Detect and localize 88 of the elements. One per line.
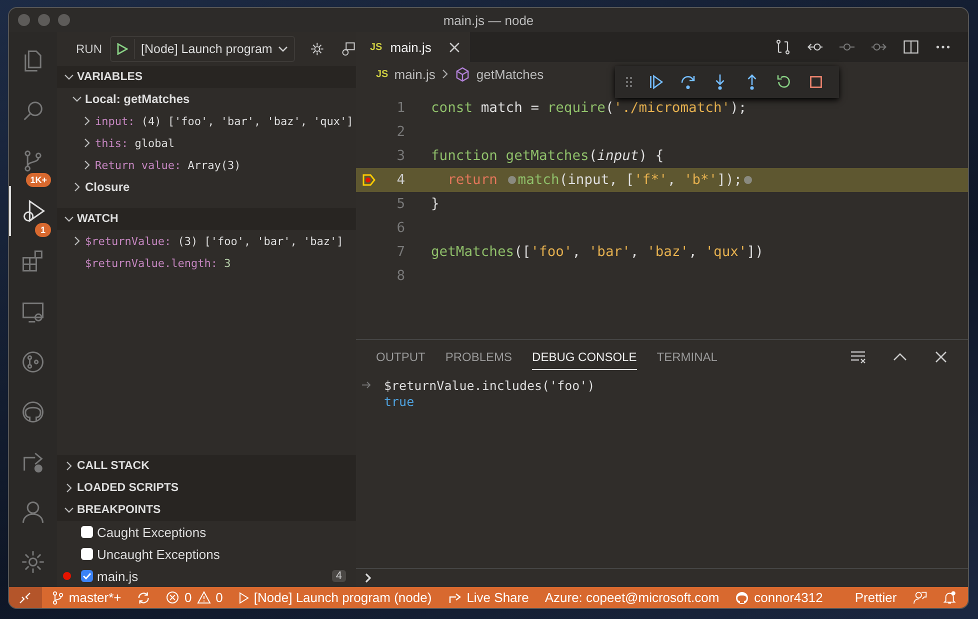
panel-tab[interactable]: PROBLEMS bbox=[445, 344, 512, 370]
scope-item[interactable]: Closure bbox=[57, 176, 356, 198]
chevron-down-icon bbox=[278, 45, 288, 53]
clear-console-icon[interactable] bbox=[850, 348, 866, 364]
close-window-button[interactable] bbox=[18, 14, 30, 26]
share-arrow-icon bbox=[448, 590, 462, 604]
console-line: $returnValue.includes('foo') bbox=[384, 378, 595, 392]
watch-expression[interactable]: $returnValue.length: 3 bbox=[57, 252, 356, 274]
panel-tab[interactable]: DEBUG CONSOLE bbox=[532, 344, 637, 370]
azure-account-status[interactable]: Azure: copeet@microsoft.com bbox=[544, 590, 720, 605]
line-number: 6 bbox=[396, 220, 405, 236]
section-header[interactable]: VARIABLES bbox=[57, 66, 356, 88]
line-number: 4 bbox=[396, 172, 405, 188]
sync-icon[interactable] bbox=[137, 590, 150, 604]
variable-item[interactable]: Return value: Array(3) bbox=[57, 154, 356, 176]
branch-status[interactable]: master*+ bbox=[52, 590, 122, 605]
run-view-title: RUN bbox=[76, 42, 102, 56]
line-number: 5 bbox=[396, 196, 405, 212]
warning-icon bbox=[196, 591, 211, 604]
breadcrumb-item[interactable]: getMatches bbox=[476, 66, 544, 82]
bell-icon[interactable] bbox=[942, 590, 956, 605]
line-number: 8 bbox=[396, 268, 405, 284]
stop-icon[interactable] bbox=[807, 73, 825, 91]
watch-expression[interactable]: $returnValue: (3) ['foo', 'bar', 'baz'] bbox=[57, 230, 356, 252]
prompt-chevron-icon bbox=[364, 573, 372, 583]
formatter-status[interactable]: Prettier bbox=[854, 590, 897, 605]
close-icon[interactable] bbox=[449, 42, 460, 52]
code-line: getMatches(['foo', 'bar', 'baz', 'qux']) bbox=[431, 244, 764, 260]
github-account-status[interactable]: connor4312 bbox=[735, 590, 823, 605]
count-badge: 1K+ bbox=[26, 173, 51, 188]
section-header[interactable]: CALL STACK bbox=[57, 455, 356, 477]
js-file-icon: JS bbox=[376, 68, 388, 80]
run-debug-icon[interactable] bbox=[21, 198, 47, 224]
section-header[interactable]: BREAKPOINTS bbox=[57, 499, 356, 521]
line-number: 1 bbox=[396, 100, 405, 116]
section-header[interactable]: LOADED SCRIPTS bbox=[57, 477, 356, 499]
line-number: 2 bbox=[396, 124, 405, 140]
code-line: } bbox=[431, 196, 440, 212]
split-editor-icon[interactable] bbox=[902, 38, 920, 56]
code-line: return match(input, ['f*', 'b*']); bbox=[431, 172, 754, 188]
branch-icon bbox=[52, 590, 64, 604]
code-line: const match = require('./micromatch'); bbox=[431, 100, 747, 116]
debug-console-icon[interactable] bbox=[340, 40, 356, 58]
count-badge: 1 bbox=[35, 223, 51, 238]
step-over-icon[interactable] bbox=[679, 73, 697, 91]
problems-status[interactable]: 0 0 bbox=[166, 590, 223, 605]
checkbox[interactable] bbox=[81, 548, 93, 560]
code-line: function getMatches(input) { bbox=[431, 148, 664, 164]
pull-request-icon[interactable] bbox=[20, 348, 46, 375]
window-title: main.js — node bbox=[443, 12, 534, 28]
console-line: true bbox=[384, 394, 414, 408]
continue-icon[interactable] bbox=[647, 73, 665, 91]
launch-config-dropdown[interactable]: [Node] Launch program bbox=[110, 36, 296, 62]
breadcrumb-item[interactable]: main.js bbox=[394, 66, 436, 82]
live-share-status[interactable]: Live Share bbox=[448, 590, 529, 605]
error-icon bbox=[166, 591, 180, 604]
remote-icon[interactable] bbox=[9, 587, 42, 608]
variable-item[interactable]: input: (4) ['foo', 'bar', 'baz', 'qux'] bbox=[57, 110, 356, 132]
checkbox[interactable] bbox=[81, 526, 93, 538]
line-number: 7 bbox=[396, 244, 405, 260]
compare-icon[interactable] bbox=[774, 38, 792, 56]
line-number-badge: 4 bbox=[332, 570, 346, 582]
play-icon[interactable] bbox=[116, 43, 128, 55]
section-header[interactable]: WATCH bbox=[57, 208, 356, 230]
github-icon[interactable] bbox=[20, 398, 46, 425]
current-line-marker-icon bbox=[362, 173, 376, 187]
panel-tab[interactable]: OUTPUT bbox=[376, 344, 426, 370]
arrow-right-icon bbox=[362, 381, 372, 389]
launch-status[interactable]: [Node] Launch program (node) bbox=[238, 590, 432, 605]
scope-item[interactable]: Local: getMatches bbox=[57, 88, 356, 110]
cube-icon bbox=[455, 66, 470, 82]
panel-tab[interactable]: TERMINAL bbox=[656, 344, 718, 370]
zoom-window-button[interactable] bbox=[58, 14, 70, 26]
breakpoint-label: main.js bbox=[97, 568, 138, 584]
breakpoint-label: Caught Exceptions bbox=[97, 524, 206, 540]
variable-item[interactable]: this: global bbox=[57, 132, 356, 154]
line-number: 3 bbox=[396, 148, 405, 164]
play-icon bbox=[238, 592, 249, 604]
checkbox[interactable] bbox=[81, 570, 93, 582]
feedback-icon[interactable] bbox=[912, 590, 927, 605]
editor-tab[interactable]: JS main.js bbox=[356, 32, 470, 62]
close-icon[interactable] bbox=[934, 350, 948, 364]
chevron-right-icon bbox=[441, 69, 450, 79]
activity-bar-item[interactable]: 1K+ bbox=[9, 136, 57, 186]
breakpoint-dot-icon bbox=[63, 572, 71, 580]
breakpoint-label: Uncaught Exceptions bbox=[97, 546, 220, 562]
minimize-window-button[interactable] bbox=[38, 14, 50, 26]
github-icon bbox=[735, 590, 750, 604]
